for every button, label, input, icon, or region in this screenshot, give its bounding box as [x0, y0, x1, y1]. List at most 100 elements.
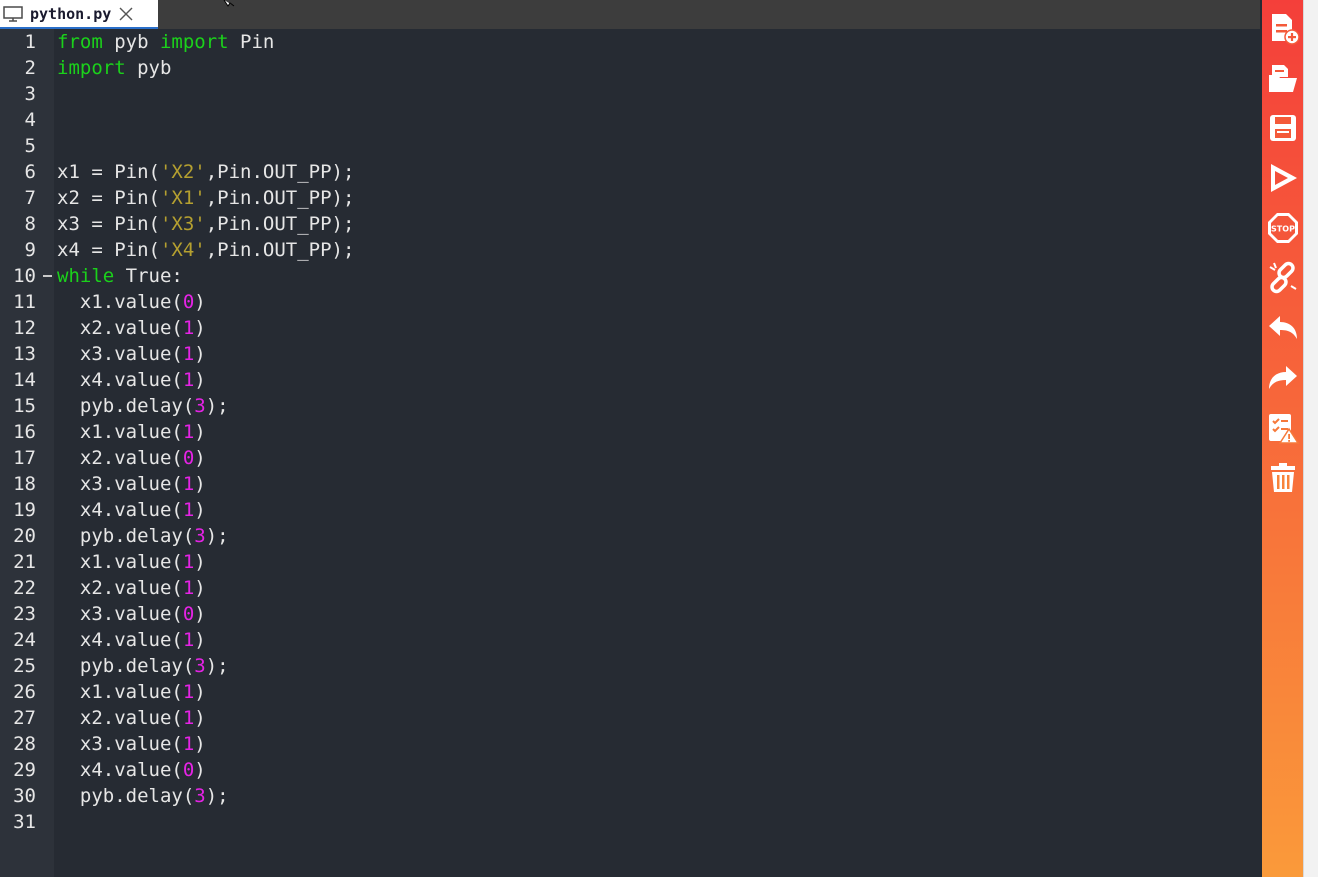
line-number: 4	[24, 109, 36, 131]
code-line[interactable]: 26 x1.value(1)	[0, 679, 1250, 705]
number-token: 0	[182, 603, 195, 625]
code-text: x4.value(1)	[57, 497, 206, 523]
code-line[interactable]: 29 x4.value(0)	[0, 757, 1250, 783]
code-text: x1.value(1)	[57, 549, 206, 575]
string-token: 'X1'	[159, 187, 206, 209]
open-file-button[interactable]	[1264, 58, 1302, 98]
code-text: from pyb import Pin	[57, 29, 274, 55]
code-line[interactable]: 18 x3.value(1)	[0, 471, 1250, 497]
fold-toggle-icon[interactable]	[43, 275, 52, 277]
undo-button[interactable]	[1264, 308, 1302, 348]
text-token: x1 = Pin(	[57, 161, 160, 183]
text-token: )	[194, 707, 206, 729]
save-button[interactable]	[1264, 108, 1302, 148]
line-number: 30	[13, 785, 36, 807]
clear-button[interactable]	[1264, 458, 1302, 498]
text-token: x1.value(	[57, 551, 183, 573]
clear-icon	[1271, 463, 1295, 492]
code-line[interactable]: 3	[0, 81, 1250, 107]
side-toolbar: STOP	[1262, 0, 1303, 877]
new-file-icon	[1272, 14, 1300, 45]
line-number: 12	[13, 317, 36, 339]
text-token: )	[194, 291, 206, 313]
code-line[interactable]: 20 pyb.delay(3);	[0, 523, 1250, 549]
text-token: True:	[114, 265, 183, 287]
code-line[interactable]: 2 import pyb	[0, 55, 1250, 81]
code-line[interactable]: 9 x4 = Pin('X4',Pin.OUT_PP);	[0, 237, 1250, 263]
code-line[interactable]: 11 x1.value(0)	[0, 289, 1250, 315]
line-number: 17	[13, 447, 36, 469]
code-line[interactable]: 7 x2 = Pin('X1',Pin.OUT_PP);	[0, 185, 1250, 211]
code-line[interactable]: 31	[0, 809, 1250, 835]
save-icon	[1270, 115, 1296, 141]
close-icon[interactable]	[119, 7, 133, 21]
text-token: )	[194, 369, 206, 391]
text-token: )	[194, 759, 206, 781]
code-line[interactable]: 21 x1.value(1)	[0, 549, 1250, 575]
text-token: );	[205, 395, 229, 417]
text-token: x1.value(	[57, 421, 183, 443]
redo-button[interactable]	[1264, 358, 1302, 398]
code-line[interactable]: 24 x4.value(1)	[0, 627, 1250, 653]
text-token: x4 = Pin(	[57, 239, 160, 261]
number-token: 1	[182, 421, 195, 443]
line-number: 5	[24, 135, 36, 157]
number-token: 1	[182, 317, 195, 339]
code-text: import pyb	[57, 55, 171, 81]
check-errors-button[interactable]	[1264, 408, 1302, 448]
code-line[interactable]: 28 x3.value(1)	[0, 731, 1250, 757]
code-line[interactable]: 6 x1 = Pin('X2',Pin.OUT_PP);	[0, 159, 1250, 185]
code-line[interactable]: 19 x4.value(1)	[0, 497, 1250, 523]
code-text: x2.value(1)	[57, 575, 206, 601]
code-text: x2.value(1)	[57, 315, 206, 341]
run-button[interactable]	[1264, 158, 1302, 198]
code-text: x4 = Pin('X4',Pin.OUT_PP);	[57, 237, 354, 263]
code-line[interactable]: 8 x3 = Pin('X3',Pin.OUT_PP);	[0, 211, 1250, 237]
code-text: pyb.delay(3);	[57, 523, 229, 549]
code-editor[interactable]: 1 from pyb import Pin 2 import pyb 3 4 5 6 x1 = …	[0, 29, 1260, 877]
code-line[interactable]: 30 pyb.delay(3);	[0, 783, 1250, 809]
code-line[interactable]: 25 pyb.delay(3);	[0, 653, 1250, 679]
text-token: )	[194, 733, 206, 755]
code-text: x3.value(1)	[57, 731, 206, 757]
tab-label: python.py	[30, 4, 112, 23]
open-folder-icon	[1269, 65, 1297, 92]
line-number: 9	[24, 239, 36, 261]
stop-button[interactable]: STOP	[1264, 208, 1302, 248]
code-line[interactable]: 16 x1.value(1)	[0, 419, 1250, 445]
code-line[interactable]: 13 x3.value(1)	[0, 341, 1250, 367]
line-number: 11	[13, 291, 36, 313]
code-text: while True:	[57, 263, 183, 289]
code-line[interactable]: 14 x4.value(1)	[0, 367, 1250, 393]
code-line[interactable]: 17 x2.value(0)	[0, 445, 1250, 471]
run-icon	[1271, 164, 1297, 192]
text-token: x3.value(	[57, 343, 183, 365]
code-line[interactable]: 15 pyb.delay(3);	[0, 393, 1250, 419]
code-line[interactable]: 4	[0, 107, 1250, 133]
text-token: x3.value(	[57, 733, 183, 755]
line-number: 7	[24, 187, 36, 209]
number-token: 1	[182, 707, 195, 729]
code-text: x4.value(1)	[57, 367, 206, 393]
code-line[interactable]: 10 while True:	[0, 263, 1250, 289]
line-number: 2	[24, 57, 36, 79]
new-file-button[interactable]	[1264, 8, 1302, 48]
number-token: 3	[194, 395, 206, 417]
keyword-token: import	[57, 57, 126, 79]
text-token: );	[205, 655, 229, 677]
number-token: 1	[182, 577, 195, 599]
text-token: x3 = Pin(	[57, 213, 160, 235]
code-line[interactable]: 23 x3.value(0)	[0, 601, 1250, 627]
connect-button[interactable]	[1264, 258, 1302, 298]
code-line[interactable]: 22 x2.value(1)	[0, 575, 1250, 601]
code-line[interactable]: 27 x2.value(1)	[0, 705, 1250, 731]
line-number: 29	[13, 759, 36, 781]
code-line[interactable]: 5	[0, 133, 1250, 159]
code-line[interactable]: 1 from pyb import Pin	[0, 29, 1250, 55]
mouse-cursor-icon	[223, 0, 235, 7]
text-token: x2.value(	[57, 317, 183, 339]
keyword-token: while	[57, 265, 115, 287]
text-token: )	[194, 473, 206, 495]
code-line[interactable]: 12 x2.value(1)	[0, 315, 1250, 341]
tab-python-file[interactable]: python.py	[0, 0, 158, 29]
